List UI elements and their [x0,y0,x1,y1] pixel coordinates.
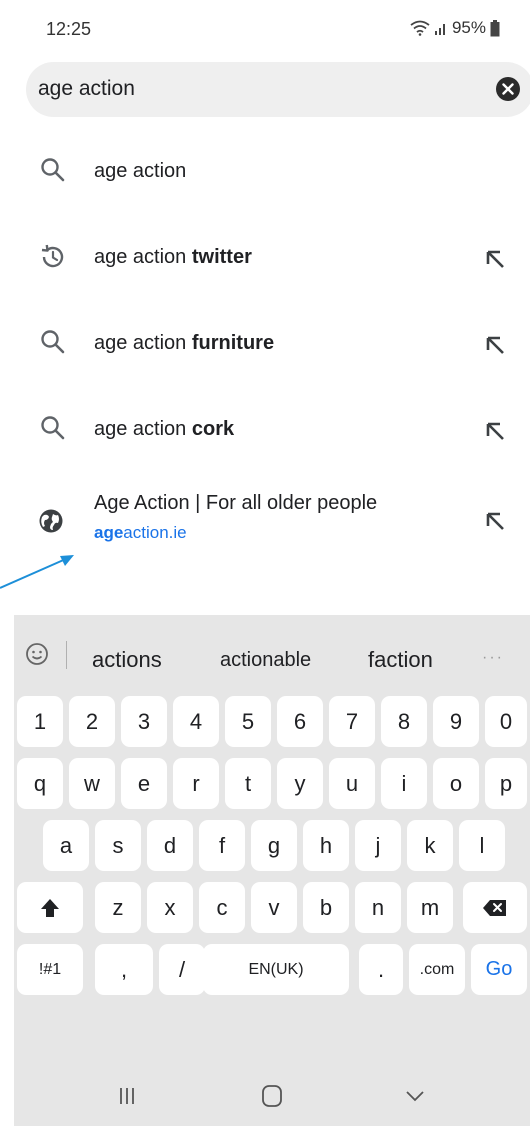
suggestion-text: age action [94,160,187,182]
backspace-icon [483,899,506,916]
key-h[interactable]: h [303,820,349,871]
search-icon [41,330,65,354]
key-e[interactable]: e [121,758,167,809]
key-m[interactable]: m [407,882,453,933]
search-query[interactable]: age action [38,77,135,101]
fill-query-arrow-icon[interactable] [484,334,506,356]
key-w[interactable]: w [69,758,115,809]
key-q[interactable]: q [17,758,63,809]
site-suggestion[interactable]: Age Action | For all older people ageact… [14,478,530,578]
key-1[interactable]: 1 [17,696,63,747]
key-d[interactable]: d [147,820,193,871]
slash-key[interactable]: / [159,944,205,995]
key-y[interactable]: y [277,758,323,809]
search-icon [41,416,65,440]
key-c[interactable]: c [199,882,245,933]
comma-key[interactable]: , [95,944,153,995]
key-6[interactable]: 6 [277,696,323,747]
key-n[interactable]: n [355,882,401,933]
key-i[interactable]: i [381,758,427,809]
emoji-icon[interactable] [24,641,50,667]
key-u[interactable]: u [329,758,375,809]
search-icon [41,158,65,182]
keyboard-suggestion-bar: actions actionable faction ··· [14,615,530,683]
key-0[interactable]: 0 [485,696,527,747]
suggestion-item[interactable]: age action cork [14,386,530,470]
dotcom-key[interactable]: .com [409,944,465,995]
home-icon[interactable] [257,1081,287,1111]
fill-query-arrow-icon[interactable] [484,248,506,270]
key-v[interactable]: v [251,882,297,933]
signal-icon [434,20,448,36]
key-4[interactable]: 4 [173,696,219,747]
suggestion-divider [66,641,67,669]
key-8[interactable]: 8 [381,696,427,747]
history-icon [41,244,64,268]
status-time: 12:25 [46,19,92,39]
fill-query-arrow-icon[interactable] [484,510,506,532]
key-x[interactable]: x [147,882,193,933]
keyboard-suggestion[interactable]: actions [92,647,162,673]
status-indicators: 95% [410,18,500,38]
suggestion-text: age action twitter [94,246,252,268]
recent-apps-icon[interactable] [112,1081,142,1111]
suggestion-item[interactable]: age action [14,128,530,212]
key-g[interactable]: g [251,820,297,871]
system-nav-bar [14,1063,530,1126]
key-5[interactable]: 5 [225,696,271,747]
suggestion-item[interactable]: age action twitter [14,214,530,298]
status-bar: 12:25 95% [14,0,530,58]
key-j[interactable]: j [355,820,401,871]
site-title: Age Action | For all older people [94,492,378,514]
chevron-down-icon[interactable] [400,1081,430,1111]
more-suggestions-button[interactable]: ··· [482,649,504,667]
wifi-icon [410,20,430,36]
key-l[interactable]: l [459,820,505,871]
search-input[interactable]: age action [26,62,530,117]
symbols-key[interactable]: !#1 [17,944,83,995]
key-k[interactable]: k [407,820,453,871]
shift-icon [41,898,59,917]
fill-query-arrow-icon[interactable] [484,420,506,442]
backspace-key[interactable] [463,882,527,933]
period-key[interactable]: . [359,944,403,995]
suggestion-text: age action furniture [94,332,275,354]
key-f[interactable]: f [199,820,245,871]
key-a[interactable]: a [43,820,89,871]
battery-level: 95% [451,18,486,37]
suggestion-text: age action cork [94,418,235,440]
key-2[interactable]: 2 [69,696,115,747]
key-r[interactable]: r [173,758,219,809]
battery-icon [490,19,500,37]
key-t[interactable]: t [225,758,271,809]
key-b[interactable]: b [303,882,349,933]
suggestion-item[interactable]: age action furniture [14,300,530,384]
go-key[interactable]: Go [471,944,527,995]
keyboard: actions actionable faction ··· 1 2 3 4 5… [14,615,530,1126]
keyboard-suggestion[interactable]: actionable [220,649,311,672]
key-9[interactable]: 9 [433,696,479,747]
close-icon [502,83,514,95]
site-url: ageaction.ie [94,523,187,542]
keyboard-suggestion[interactable]: faction [368,647,433,673]
key-3[interactable]: 3 [121,696,167,747]
shift-key[interactable] [17,882,83,933]
clear-button[interactable] [496,77,520,101]
key-o[interactable]: o [433,758,479,809]
key-7[interactable]: 7 [329,696,375,747]
key-s[interactable]: s [95,820,141,871]
key-p[interactable]: p [485,758,527,809]
annotation-arrow [0,555,74,589]
key-z[interactable]: z [95,882,141,933]
space-key[interactable]: EN(UK) [203,944,349,995]
